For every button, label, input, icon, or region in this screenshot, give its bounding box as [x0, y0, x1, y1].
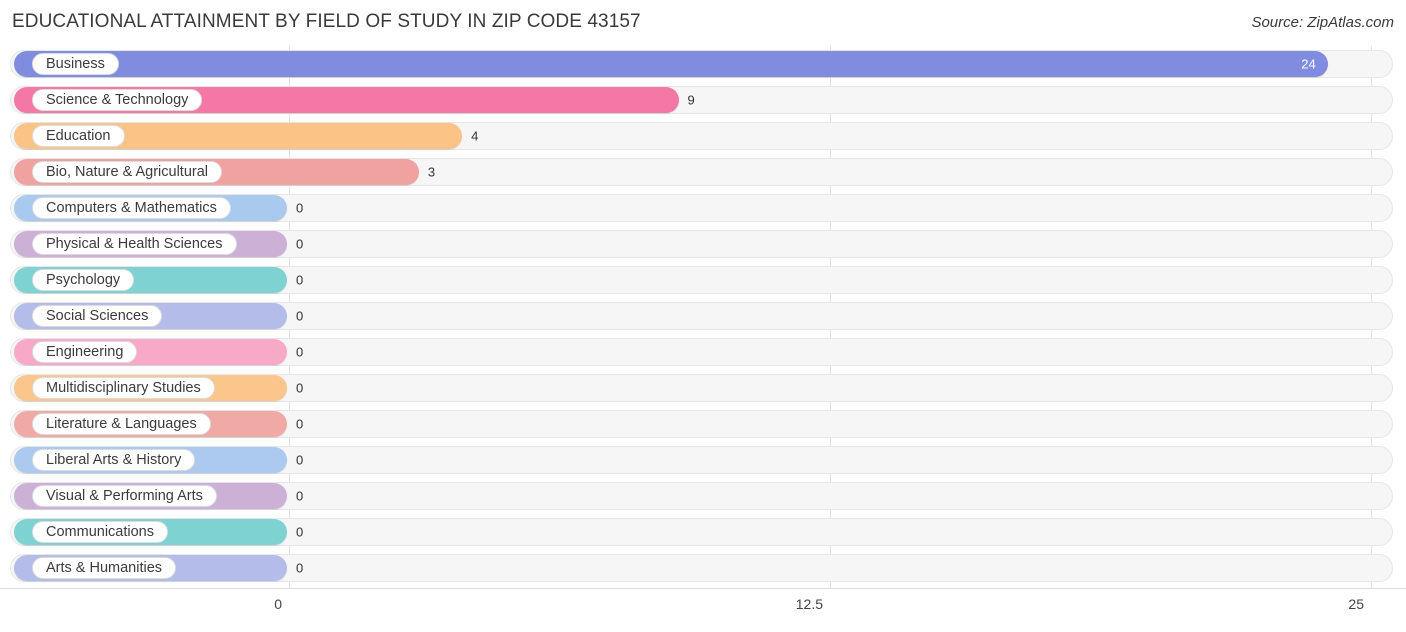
bar-category-label: Business — [32, 53, 119, 75]
bar-category-label: Literature & Languages — [32, 413, 211, 435]
table-row[interactable]: Computers & Mathematics 0 — [0, 190, 1406, 226]
table-row[interactable]: Arts & Humanities 0 — [0, 550, 1406, 586]
bar-category-label: Social Sciences — [32, 305, 163, 327]
x-axis-tick-12.5: 12.5 — [795, 596, 823, 612]
table-row[interactable]: Psychology 0 — [0, 262, 1406, 298]
table-row[interactable]: Communications 0 — [0, 514, 1406, 550]
bar-category-label: Education — [32, 125, 125, 147]
table-row[interactable]: Physical & Health Sciences 0 — [0, 226, 1406, 262]
bar-category-label: Science & Technology — [32, 89, 203, 111]
bar-value-label: 0 — [296, 524, 304, 540]
bar-category-label: Computers & Mathematics — [32, 197, 231, 219]
x-axis-tick-0: 0 — [274, 596, 282, 612]
table-row[interactable]: Science & Technology 9 — [0, 82, 1406, 118]
table-row[interactable]: Literature & Languages 0 — [0, 406, 1406, 442]
bar-value-label: 9 — [687, 92, 695, 108]
chart-plot-area: Business 24 Science & Technology 9 Education… — [0, 46, 1406, 594]
x-axis: 0 12.5 25 — [0, 588, 1406, 632]
bar[interactable] — [14, 51, 1328, 77]
x-axis-tick-25: 25 — [1348, 596, 1364, 612]
table-row[interactable]: Social Sciences 0 — [0, 298, 1406, 334]
chart-header: EDUCATIONAL ATTAINMENT BY FIELD OF STUDY… — [0, 0, 1406, 45]
table-row[interactable]: Visual & Performing Arts 0 — [0, 478, 1406, 514]
bar-category-label: Multidisciplinary Studies — [32, 377, 215, 399]
bar-value-label: 0 — [296, 200, 304, 216]
bar-value-label: 0 — [296, 452, 304, 468]
bar-value-label: 0 — [296, 272, 304, 288]
table-row[interactable]: Business 24 — [0, 46, 1406, 82]
bar-value-label: 0 — [296, 380, 304, 396]
source-attribution: Source: ZipAtlas.com — [1251, 14, 1394, 31]
axis-line — [0, 588, 1406, 589]
table-row[interactable]: Engineering 0 — [0, 334, 1406, 370]
table-row[interactable]: Education 4 — [0, 118, 1406, 154]
bar-value-label: 3 — [427, 164, 436, 180]
table-row[interactable]: Bio, Nature & Agricultural 3 — [0, 154, 1406, 190]
page-title: EDUCATIONAL ATTAINMENT BY FIELD OF STUDY… — [12, 11, 641, 32]
bar-value-label: 0 — [296, 560, 304, 576]
bar-value-label: 4 — [471, 128, 479, 144]
bar-value-label: 0 — [296, 344, 304, 360]
table-row[interactable]: Multidisciplinary Studies 0 — [0, 370, 1406, 406]
bar-rows: Business 24 Science & Technology 9 Education… — [0, 46, 1406, 586]
bar-value-label: 0 — [296, 308, 304, 324]
bar-category-label: Bio, Nature & Agricultural — [32, 161, 222, 183]
bar-category-label: Arts & Humanities — [32, 557, 177, 579]
bar-value-label: 0 — [296, 488, 304, 504]
bar-category-label: Visual & Performing Arts — [32, 485, 217, 507]
bar-value-label: 0 — [296, 416, 304, 432]
bar-value-label: 24 — [1301, 56, 1316, 72]
bar-category-label: Psychology — [32, 269, 135, 291]
bar-value-label: 0 — [296, 236, 304, 252]
table-row[interactable]: Liberal Arts & History 0 — [0, 442, 1406, 478]
bar-category-label: Liberal Arts & History — [32, 449, 196, 471]
bar-category-label: Engineering — [32, 341, 138, 363]
bar-category-label: Communications — [32, 521, 168, 543]
bar-category-label: Physical & Health Sciences — [32, 233, 237, 255]
